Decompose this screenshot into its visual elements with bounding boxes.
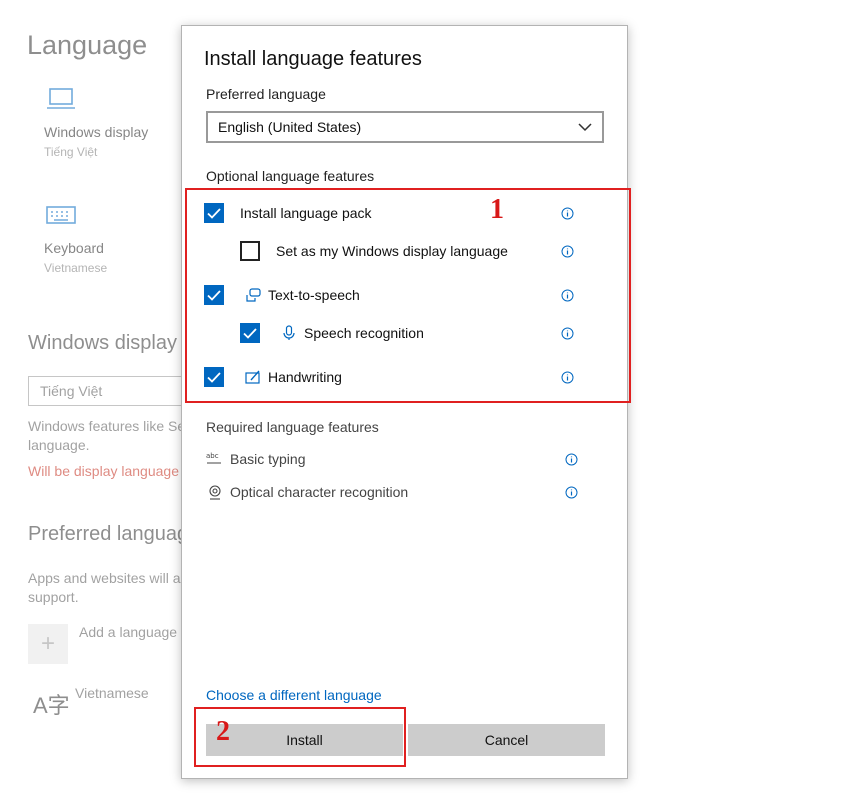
- optional-features-header: Optional language features: [206, 168, 375, 184]
- tile-windows-display[interactable]: Windows display Tiếng Việt: [44, 84, 194, 159]
- preferred-language-dropdown[interactable]: English (United States): [206, 111, 604, 143]
- choose-different-language-link[interactable]: Choose a different language: [206, 687, 382, 703]
- info-icon[interactable]: [565, 486, 578, 499]
- dialog-title: Install language features: [204, 48, 422, 70]
- cancel-button[interactable]: Cancel: [408, 724, 605, 756]
- dropdown-value: English (United States): [218, 119, 362, 135]
- annotation-number-1: 1: [490, 194, 504, 225]
- feature-label: Basic typing: [230, 451, 306, 467]
- tile-keyboard[interactable]: Keyboard Vietnamese: [44, 200, 194, 275]
- display-language-warning: Will be display language: [28, 463, 179, 479]
- display-language-select[interactable]: Tiếng Việt: [28, 376, 198, 406]
- chevron-down-icon: [578, 119, 592, 135]
- camera-ocr-icon: [206, 483, 224, 501]
- required-features-header: Required language features: [206, 419, 379, 435]
- keyboard-icon: [44, 200, 78, 230]
- svg-text:abc: abc: [206, 452, 219, 460]
- preferred-language-label: Preferred language: [206, 86, 326, 102]
- annotation-box-1: [185, 188, 631, 403]
- abc-typing-icon: abc: [206, 450, 224, 468]
- info-icon[interactable]: [565, 453, 578, 466]
- add-language-label[interactable]: Add a language: [79, 624, 177, 640]
- feature-label: Optical character recognition: [230, 484, 409, 500]
- page-title: Language: [27, 30, 148, 60]
- required-ocr: Optical character recognition: [206, 481, 606, 503]
- language-item-vietnamese[interactable]: Vietnamese: [75, 685, 149, 701]
- tile-name: Windows display: [44, 124, 149, 140]
- add-language-button[interactable]: +: [28, 624, 68, 664]
- preferred-languages-heading: Preferred languag: [28, 523, 189, 545]
- apps-websites-text: Apps and websites will a support.: [28, 570, 181, 605]
- required-basic-typing: abc Basic typing: [206, 448, 606, 470]
- windows-display-heading: Windows display: [28, 332, 177, 354]
- windows-features-text: Windows features like Se language.: [28, 418, 186, 453]
- language-glyph-icon: A字: [33, 693, 70, 718]
- tile-name: Keyboard: [44, 240, 104, 256]
- plus-icon: +: [40, 630, 55, 657]
- tile-sub: Vietnamese: [44, 261, 108, 275]
- annotation-number-2: 2: [216, 716, 230, 747]
- laptop-icon: [44, 84, 78, 114]
- tile-sub: Tiếng Việt: [44, 145, 98, 159]
